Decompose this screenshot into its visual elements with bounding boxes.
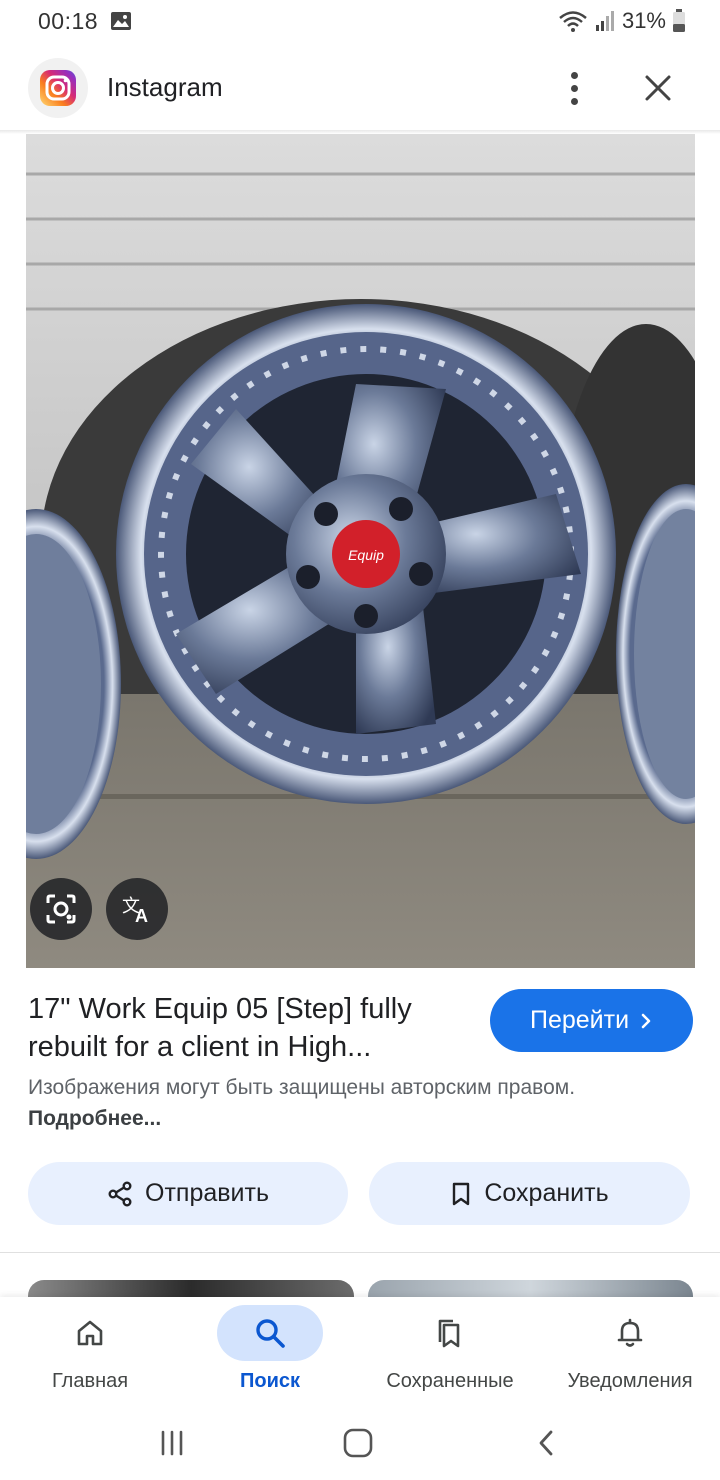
bookmark-icon — [453, 1182, 470, 1205]
nav-search-label: Поиск — [239, 1370, 301, 1392]
source-title[interactable]: Instagram — [107, 72, 223, 103]
instagram-logo-icon — [28, 58, 88, 118]
share-button[interactable]: Отправить — [28, 1162, 348, 1225]
nav-notifications-pill — [577, 1305, 683, 1361]
more-dot-icon — [570, 84, 578, 92]
bottom-navigation: Главная Поиск Сохраненные Уведомления — [0, 1297, 720, 1407]
status-indicators: 31% — [558, 8, 686, 34]
learn-more-link[interactable]: Подробнее... — [28, 1107, 161, 1130]
translate-button[interactable]: 文 A — [106, 878, 168, 940]
share-icon — [108, 1181, 132, 1207]
nav-item-search[interactable]: Поиск — [180, 1297, 360, 1407]
signal-icon — [595, 11, 614, 31]
share-label: Отправить — [145, 1179, 269, 1207]
status-bar: 00:18 31% — [0, 0, 720, 44]
svg-text:A: A — [135, 906, 148, 926]
save-label: Сохранить — [484, 1179, 609, 1207]
copyright-notice: Изображения могут быть защищены авторски… — [28, 1072, 668, 1134]
more-options-button[interactable] — [556, 66, 592, 110]
result-title[interactable]: 17" Work Equip 05 [Step] fully rebuilt f… — [28, 990, 468, 1066]
bell-icon — [617, 1318, 643, 1347]
visit-button-label: Перейти — [529, 1006, 630, 1034]
nav-item-saved[interactable]: Сохраненные — [360, 1297, 540, 1407]
home-square-icon — [343, 1428, 373, 1458]
home-system-button[interactable] — [338, 1423, 378, 1463]
recent-apps-button[interactable] — [152, 1423, 192, 1463]
app-header: Instagram — [0, 52, 720, 132]
battery-percent: 31% — [621, 8, 666, 33]
close-button[interactable] — [636, 66, 680, 110]
battery-icon — [673, 9, 685, 32]
nav-saved-pill — [397, 1305, 503, 1361]
gallery-notification-icon — [111, 12, 131, 30]
nav-item-home[interactable]: Главная — [0, 1297, 180, 1407]
nav-home-label: Главная — [51, 1370, 129, 1392]
nav-notifications-label: Уведомления — [567, 1370, 693, 1392]
lens-icon — [46, 894, 76, 924]
result-image[interactable]: Equip 文 A — [26, 134, 695, 968]
back-chevron-icon — [539, 1430, 553, 1456]
wheel-photo: Equip — [26, 134, 695, 968]
save-button[interactable]: Сохранить — [369, 1162, 690, 1225]
saved-collections-icon — [438, 1319, 460, 1348]
copyright-text: Изображения могут быть защищены авторски… — [28, 1076, 576, 1099]
nav-saved-label: Сохраненные — [386, 1370, 514, 1392]
back-button[interactable] — [526, 1423, 566, 1463]
lens-search-button[interactable] — [30, 878, 92, 940]
svg-text:Equip: Equip — [348, 547, 384, 563]
search-icon — [256, 1319, 285, 1348]
wifi-icon — [559, 11, 587, 32]
nav-search-pill — [217, 1305, 323, 1361]
translate-icon: 文 A — [122, 896, 148, 926]
more-dot-icon — [570, 71, 578, 79]
home-icon — [77, 1320, 103, 1346]
status-time: 00:18 — [38, 8, 99, 34]
more-dot-icon — [570, 97, 578, 105]
chevron-right-icon — [641, 1013, 651, 1028]
section-divider — [0, 1252, 720, 1253]
visit-button[interactable]: Перейти — [490, 989, 693, 1052]
nav-item-notifications[interactable]: Уведомления — [540, 1297, 720, 1407]
system-navigation-bar — [0, 1407, 720, 1480]
nav-home-pill — [37, 1305, 143, 1361]
recent-apps-icon — [161, 1430, 183, 1456]
